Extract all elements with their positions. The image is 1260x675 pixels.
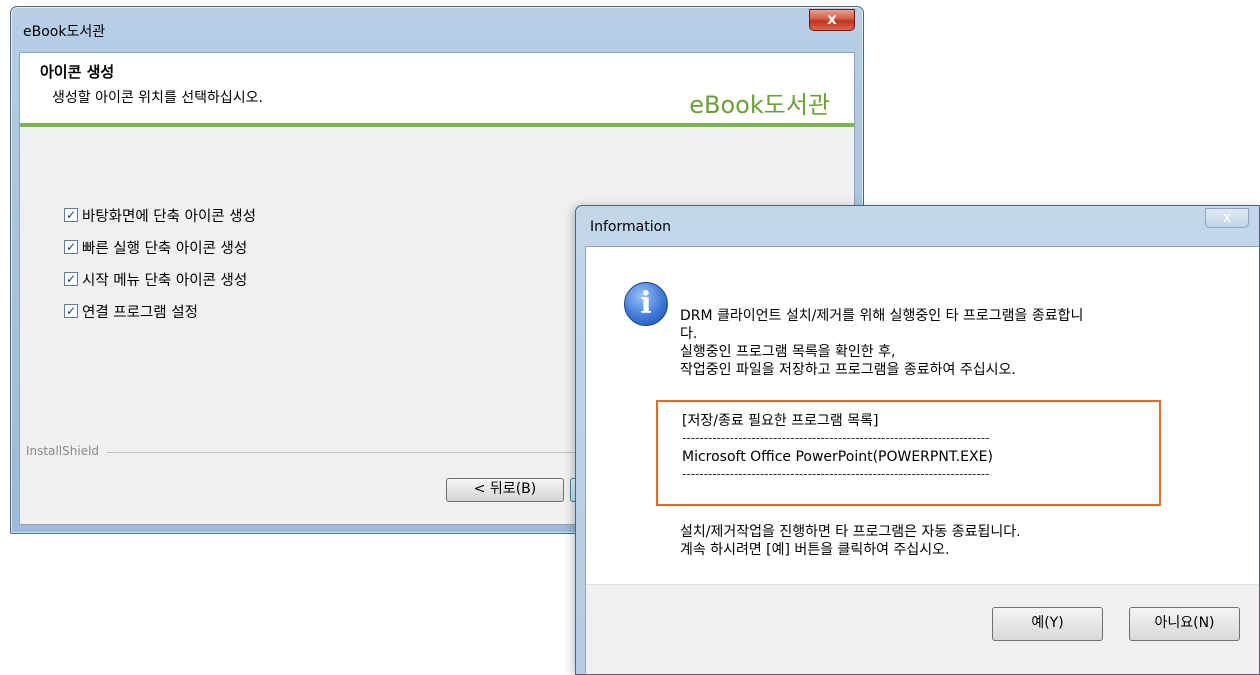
dialog-close-button[interactable]: x xyxy=(1205,208,1249,228)
option-desktop-shortcut[interactable]: ✓ 바탕화면에 단축 아이콘 생성 xyxy=(64,199,256,231)
installer-close-button[interactable]: x xyxy=(809,9,855,31)
notice-line: 계속 하시려면 [예] 버튼을 클릭하여 주십시오. xyxy=(680,542,950,558)
option-label: 빠른 실행 단축 아이콘 생성 xyxy=(82,240,248,257)
list-separator: ----------------------------------------… xyxy=(682,434,990,445)
option-quicklaunch-shortcut[interactable]: ✓ 빠른 실행 단축 아이콘 생성 xyxy=(64,231,256,263)
program-list-title: [저장/종료 필요한 프로그램 목록] xyxy=(682,413,879,429)
installshield-label: InstallShield xyxy=(26,444,108,458)
dialog-client-area: i DRM 클라이언트 설치/제거를 위해 실행중인 타 프로그램을 종료합니 … xyxy=(585,246,1259,674)
program-list-item: Microsoft Office PowerPoint(POWERPNT.EXE… xyxy=(682,449,993,465)
yes-button[interactable]: 예(Y) xyxy=(992,607,1103,641)
notice-line: 설치/제거작업을 진행하면 타 프로그램은 자동 종료됩니다. xyxy=(680,524,1021,540)
message-line: 작업중인 파일을 저장하고 프로그램을 종료하여 주십시오. xyxy=(680,362,1016,378)
program-list-box: [저장/종료 필요한 프로그램 목록] --------------------… xyxy=(656,400,1161,506)
option-label: 연결 프로그램 설정 xyxy=(82,304,198,321)
option-label: 바탕화면에 단축 아이콘 생성 xyxy=(82,208,256,225)
dialog-button-bar: 예(Y) 아니요(N) xyxy=(586,584,1259,674)
icon-options-list: ✓ 바탕화면에 단축 아이콘 생성 ✓ 빠른 실행 단축 아이콘 생성 ✓ 시작… xyxy=(64,199,256,327)
option-label: 시작 메뉴 단축 아이콘 생성 xyxy=(82,272,248,289)
message-line: 다. xyxy=(680,326,698,342)
close-icon: x xyxy=(1222,210,1232,226)
info-icon: i xyxy=(624,282,668,326)
dialog-notice: 설치/제거작업을 진행하면 타 프로그램은 자동 종료됩니다. 계속 하시려면 … xyxy=(680,523,1021,559)
ebook-logo: eBook도서관 xyxy=(689,91,830,119)
wizard-subheading: 생성할 아이콘 위치를 선택하십시오. xyxy=(52,90,263,106)
list-separator: ----------------------------------------… xyxy=(682,470,990,481)
checkbox-checked-icon[interactable]: ✓ xyxy=(64,304,78,318)
installer-window-title: eBook도서관 xyxy=(23,24,106,40)
message-line: 실행중인 프로그램 목록을 확인한 후, xyxy=(680,344,896,360)
option-startmenu-shortcut[interactable]: ✓ 시작 메뉴 단축 아이콘 생성 xyxy=(64,263,256,295)
wizard-header: 아이콘 생성 생성할 아이콘 위치를 선택하십시오. eBook도서관 xyxy=(20,53,854,127)
close-icon: x xyxy=(827,10,837,28)
message-line: DRM 클라이언트 설치/제거를 위해 실행중인 타 프로그램을 종료합니 xyxy=(680,308,1084,324)
dialog-message: DRM 클라이언트 설치/제거를 위해 실행중인 타 프로그램을 종료합니 다.… xyxy=(680,307,1240,379)
option-file-association[interactable]: ✓ 연결 프로그램 설정 xyxy=(64,295,256,327)
dialog-title: Information xyxy=(590,219,672,235)
checkbox-checked-icon[interactable]: ✓ xyxy=(64,272,78,286)
checkbox-checked-icon[interactable]: ✓ xyxy=(64,208,78,222)
information-dialog: Information x i DRM 클라이언트 설치/제거를 위해 실행중인… xyxy=(575,205,1260,675)
checkbox-checked-icon[interactable]: ✓ xyxy=(64,240,78,254)
back-button[interactable]: < 뒤로(B) xyxy=(446,478,564,502)
wizard-heading: 아이콘 생성 xyxy=(40,63,115,81)
no-button[interactable]: 아니요(N) xyxy=(1129,607,1240,641)
